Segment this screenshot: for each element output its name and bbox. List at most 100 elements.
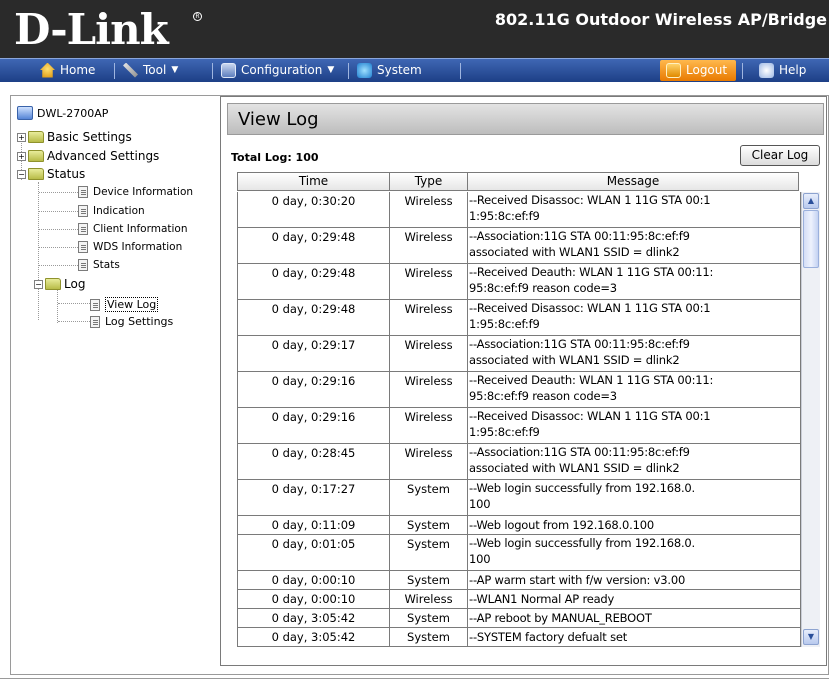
navigation-tree: DWL-2700AP + Basic Settings + Advanced S… bbox=[17, 100, 207, 660]
cell-type: Wireless bbox=[390, 228, 468, 264]
menu-separator bbox=[212, 63, 213, 79]
cell-type: System bbox=[390, 609, 468, 628]
log-scrollbar[interactable]: ▲ ▼ bbox=[801, 192, 820, 647]
menu-system[interactable]: System bbox=[357, 59, 422, 81]
cell-type: System bbox=[390, 571, 468, 590]
tree-item-advanced-settings[interactable]: + Advanced Settings bbox=[17, 149, 159, 163]
view-log-panel: View Log Total Log: 100 Clear Log Time T… bbox=[220, 96, 827, 666]
scroll-up-icon[interactable]: ▲ bbox=[803, 193, 819, 209]
table-row: 0 day, 0:11:09 System --Web logout from 19… bbox=[238, 516, 820, 535]
message-line: associated with WLAN1 SSID = dlink2 bbox=[469, 353, 680, 367]
table-row: 0 day, 0:00:10 System --AP warm start with… bbox=[238, 571, 820, 590]
expand-icon[interactable]: + bbox=[17, 151, 26, 161]
tree-item-device-information[interactable]: Device Information bbox=[78, 186, 193, 198]
product-name: 802.11G Outdoor Wireless AP/Bridge bbox=[494, 10, 827, 29]
cell-type: Wireless bbox=[390, 590, 468, 609]
home-icon bbox=[40, 62, 55, 78]
page-icon bbox=[78, 186, 88, 198]
floppy-disk-icon bbox=[221, 62, 236, 78]
cell-message: --SYSTEM factory defualt set bbox=[468, 628, 801, 646]
cell-message: --Web login successfully from 192.168.0.… bbox=[468, 535, 801, 571]
expand-icon[interactable]: + bbox=[17, 132, 26, 142]
menu-separator bbox=[742, 63, 743, 79]
page-icon bbox=[78, 223, 88, 235]
tree-item-wds-information[interactable]: WDS Information bbox=[78, 241, 182, 253]
message-line: --AP reboot by MANUAL_REBOOT bbox=[469, 611, 652, 625]
clear-log-button[interactable]: Clear Log bbox=[740, 145, 820, 166]
scroll-thumb[interactable] bbox=[803, 210, 819, 268]
scroll-down-icon[interactable]: ▼ bbox=[803, 629, 819, 645]
tree-item-stats[interactable]: Stats bbox=[78, 259, 120, 271]
cell-message: --Received Deauth: WLAN 1 11G STA 00:11:… bbox=[468, 264, 801, 300]
cell-message: --Association:11G STA 00:11:95:8c:ef:f9 a… bbox=[468, 444, 801, 480]
cell-time: 0 day, 0:17:27 bbox=[238, 480, 390, 516]
log-table-body[interactable]: 0 day, 0:30:20 Wireless --Received Disasso… bbox=[237, 192, 820, 647]
total-log-count: Total Log: 100 bbox=[231, 151, 319, 164]
cell-type: Wireless bbox=[390, 336, 468, 372]
cell-type: System bbox=[390, 535, 468, 571]
message-line: --AP warm start with f/w version: v3.00 bbox=[469, 573, 686, 587]
tree-item-label: Indication bbox=[93, 205, 145, 217]
table-row: 0 day, 0:17:27 System --Web login successf… bbox=[238, 480, 820, 516]
menu-configuration[interactable]: Configuration ▼ bbox=[221, 59, 334, 81]
chevron-down-icon: ▼ bbox=[327, 65, 335, 75]
tree-item-status[interactable]: − Status bbox=[17, 167, 85, 181]
panel-title-bar: View Log bbox=[227, 103, 824, 135]
column-header-time: Time bbox=[237, 172, 390, 191]
page-icon bbox=[78, 259, 88, 271]
tree-root-label: DWL-2700AP bbox=[37, 106, 109, 120]
message-line: --SYSTEM factory defualt set bbox=[469, 630, 628, 644]
tree-item-label: Device Information bbox=[93, 186, 194, 198]
cell-message: --Web login successfully from 192.168.0.… bbox=[468, 480, 801, 516]
dlink-logo: D-Link bbox=[14, 5, 169, 54]
cell-message: --Received Disassoc: WLAN 1 11G STA 00:1… bbox=[468, 192, 801, 228]
column-header-type: Type bbox=[389, 172, 468, 191]
tree-item-view-log[interactable]: View Log bbox=[90, 297, 159, 312]
cell-time: 0 day, 0:11:09 bbox=[238, 516, 390, 535]
tree-connector bbox=[57, 290, 58, 323]
cell-time: 0 day, 3:05:42 bbox=[238, 628, 390, 646]
collapse-icon[interactable]: − bbox=[34, 279, 43, 289]
tree-item-label: Status bbox=[47, 167, 86, 181]
menu-tool[interactable]: Tool ▼ bbox=[123, 59, 178, 81]
menu-system-label: System bbox=[377, 63, 422, 77]
registered-mark-icon: R bbox=[193, 12, 202, 21]
table-row: 0 day, 0:01:05 System --Web login successf… bbox=[238, 535, 820, 571]
cell-message: --WLAN1 Normal AP ready bbox=[468, 590, 801, 609]
page-icon bbox=[90, 315, 100, 328]
message-line: --Received Disassoc: WLAN 1 11G STA 00:1 bbox=[469, 301, 711, 315]
tree-connector bbox=[39, 247, 82, 248]
log-table-header: Time Type Message bbox=[237, 172, 799, 191]
tree-item-label: Log bbox=[64, 277, 86, 291]
cell-type: Wireless bbox=[390, 192, 468, 228]
message-line: 1:95:8c:ef:f9 bbox=[469, 209, 540, 223]
tree-item-label: WDS Information bbox=[93, 241, 183, 253]
tree-item-indication[interactable]: Indication bbox=[78, 205, 145, 217]
table-row: 0 day, 3:05:42 System --AP reboot by MANUA… bbox=[238, 609, 820, 628]
menu-logout[interactable]: Logout bbox=[666, 59, 727, 81]
cell-message: --Association:11G STA 00:11:95:8c:ef:f9 a… bbox=[468, 336, 801, 372]
column-header-message: Message bbox=[467, 172, 799, 191]
tree-connector bbox=[58, 321, 92, 322]
cell-time: 0 day, 0:29:48 bbox=[238, 228, 390, 264]
cell-type: Wireless bbox=[390, 372, 468, 408]
cell-message: --AP warm start with f/w version: v3.00 bbox=[468, 571, 801, 590]
menu-home-label: Home bbox=[60, 63, 96, 77]
cell-time: 0 day, 0:00:10 bbox=[238, 571, 390, 590]
open-folder-icon bbox=[28, 168, 44, 180]
menu-logout-label: Logout bbox=[686, 63, 728, 77]
collapse-icon[interactable]: − bbox=[17, 169, 26, 179]
tree-item-client-information[interactable]: Client Information bbox=[78, 223, 188, 235]
menu-home[interactable]: Home bbox=[40, 59, 95, 81]
menu-help[interactable]: Help bbox=[759, 59, 806, 81]
cell-type: Wireless bbox=[390, 300, 468, 336]
tree-item-log-settings[interactable]: Log Settings bbox=[90, 315, 173, 328]
tree-item-log[interactable]: − Log bbox=[34, 277, 85, 291]
cell-time: 0 day, 0:29:16 bbox=[238, 408, 390, 444]
cell-type: Wireless bbox=[390, 408, 468, 444]
message-line: associated with WLAN1 SSID = dlink2 bbox=[469, 245, 680, 259]
cell-type: System bbox=[390, 516, 468, 535]
tree-item-label: Log Settings bbox=[105, 315, 174, 328]
tree-root[interactable]: DWL-2700AP bbox=[17, 106, 108, 120]
tree-item-basic-settings[interactable]: + Basic Settings bbox=[17, 130, 132, 144]
